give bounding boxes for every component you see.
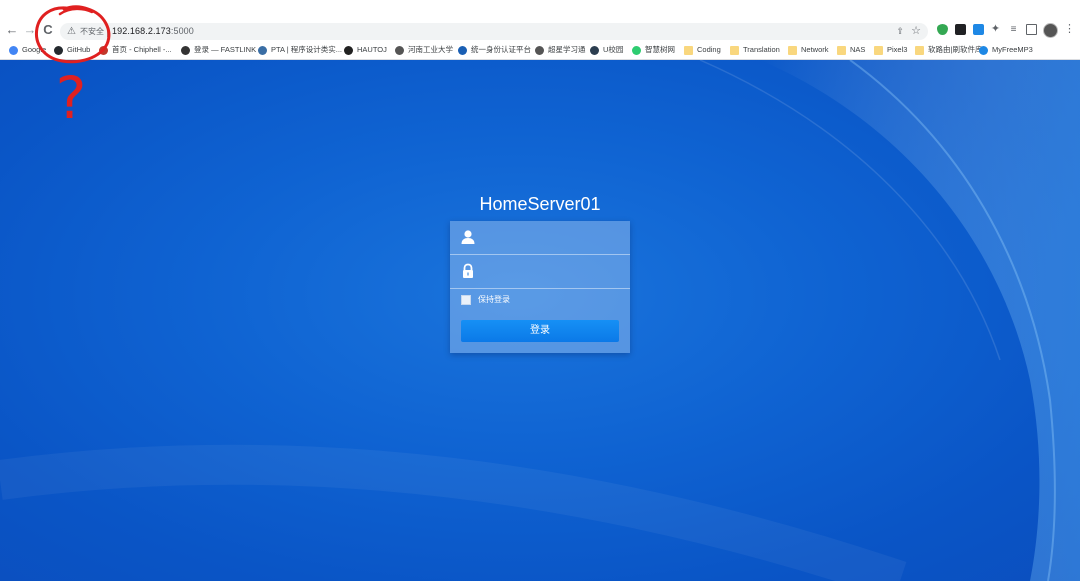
login-button[interactable]: 登录 xyxy=(461,320,619,342)
forward-button[interactable]: → xyxy=(22,22,38,38)
bookmark-item[interactable]: MyFreeMP3 xyxy=(979,44,1033,56)
zhihuishu-icon xyxy=(632,45,641,55)
screen: ← → C ⚠ 不安全 192.168.2.173:5000 ⇪ ☆ ✦ ≡ ⋮… xyxy=(0,0,1080,581)
remember-me[interactable]: 保持登录 xyxy=(461,294,510,305)
url-port: :5000 xyxy=(170,26,194,36)
bookmark-label: Google xyxy=(22,45,47,54)
username-field-row xyxy=(450,221,630,255)
bookmark-label: MyFreeMP3 xyxy=(992,45,1033,54)
extension-icon[interactable] xyxy=(955,24,966,35)
folder-icon xyxy=(730,45,739,55)
back-button[interactable]: ← xyxy=(4,22,20,38)
user-icon xyxy=(461,230,475,244)
login-form: 保持登录 登录 xyxy=(450,221,630,353)
bookmark-label: Coding xyxy=(697,45,721,54)
folder-icon xyxy=(684,45,693,55)
folder-icon xyxy=(837,45,846,55)
bookmark-item[interactable]: 软路由|刷软件库 xyxy=(915,44,982,56)
bookmark-item[interactable]: 统一身份认证平台 xyxy=(458,44,531,56)
bookmarks-bar: Google GitHub 首页 - Chiphell -... 登录 — FASTL… xyxy=(0,40,1080,60)
bookmark-label: Translation xyxy=(743,45,780,54)
bookmark-star-icon[interactable]: ☆ xyxy=(911,24,921,38)
github-icon xyxy=(54,45,63,55)
bookmark-item[interactable]: GitHub xyxy=(54,44,90,56)
globe-icon xyxy=(395,45,404,55)
globe-icon xyxy=(535,45,544,55)
password-field-row xyxy=(450,255,630,289)
hautoj-icon xyxy=(344,45,353,55)
bookmark-label: GitHub xyxy=(67,45,91,54)
bookmark-label: 统一身份认证平台 xyxy=(471,45,531,54)
auth-icon xyxy=(458,45,467,55)
browser-toolbar: ← → C ⚠ 不安全 192.168.2.173:5000 ⇪ ☆ ✦ ≡ ⋮ xyxy=(0,0,1080,40)
bookmark-label: 智慧树网 xyxy=(645,45,675,54)
shield-extension-icon[interactable] xyxy=(937,24,948,35)
bookmark-item[interactable]: Network xyxy=(788,44,829,56)
google-icon xyxy=(9,45,18,55)
music-icon xyxy=(979,45,988,55)
u-icon xyxy=(590,45,599,55)
bookmark-item[interactable]: Pixel3 xyxy=(874,44,907,56)
dsm-login-page: HomeServer01 保持登录 登录 xyxy=(0,60,1080,581)
side-panel-icon[interactable] xyxy=(1026,24,1037,35)
bookmark-label: U校园 xyxy=(603,45,624,54)
bookmark-label: Network xyxy=(801,45,829,54)
bookmark-label: NAS xyxy=(850,45,866,54)
url-host: 192.168.2.173 xyxy=(112,26,171,36)
security-status[interactable]: 不安全 xyxy=(80,25,104,38)
bookmark-item[interactable]: 首页 - Chiphell -... xyxy=(99,44,172,56)
remember-label[interactable]: 保持登录 xyxy=(478,294,510,305)
bookmark-item[interactable]: 河南工业大学 xyxy=(395,44,453,56)
password-input[interactable] xyxy=(478,261,627,283)
username-input[interactable] xyxy=(478,227,627,249)
warning-icon[interactable]: ⚠ xyxy=(67,25,76,38)
bookmark-item[interactable]: U校园 xyxy=(590,44,623,56)
address-bar[interactable]: ⚠ 不安全 192.168.2.173:5000 ⇪ ☆ xyxy=(60,23,928,40)
divider xyxy=(107,26,108,37)
lock-icon xyxy=(463,263,473,278)
share-icon[interactable]: ⇪ xyxy=(896,25,904,38)
bookmark-label: 首页 - Chiphell -... xyxy=(112,45,172,54)
bookmark-item[interactable]: 登录 — FASTLINK xyxy=(181,44,256,56)
bookmark-label: 登录 — FASTLINK xyxy=(194,45,257,54)
extensions-puzzle-icon[interactable]: ✦ xyxy=(990,24,1001,35)
pta-icon xyxy=(258,45,267,55)
bookmark-item[interactable]: NAS xyxy=(837,44,865,56)
reload-button[interactable]: C xyxy=(40,22,56,38)
bookmark-label: PTA | 程序设计类实... xyxy=(271,45,342,54)
bookmark-label: Pixel3 xyxy=(887,45,908,54)
bookmark-item[interactable]: HAUTOJ xyxy=(344,44,387,56)
menu-icon[interactable]: ⋮ xyxy=(1064,22,1075,36)
bookmark-item[interactable]: PTA | 程序设计类实... xyxy=(258,44,342,56)
bookmark-item[interactable]: Google xyxy=(9,44,46,56)
folder-icon xyxy=(788,45,797,55)
bookmark-label: HAUTOJ xyxy=(357,45,387,54)
bookmark-item[interactable]: 超星学习通 xyxy=(535,44,586,56)
bookmark-item[interactable]: Translation xyxy=(730,44,780,56)
folder-icon xyxy=(915,45,924,55)
fastlink-icon xyxy=(181,45,190,55)
url-text[interactable]: 192.168.2.173:5000 xyxy=(112,25,194,38)
remember-checkbox[interactable] xyxy=(461,294,471,305)
bookmark-item[interactable]: Coding xyxy=(684,44,721,56)
bookmark-label: 超星学习通 xyxy=(548,45,586,54)
bookmark-label: 河南工业大学 xyxy=(408,45,453,54)
chiphell-icon xyxy=(99,45,108,55)
profile-avatar[interactable] xyxy=(1043,23,1058,38)
folder-icon xyxy=(874,45,883,55)
cat-extension-icon[interactable] xyxy=(973,24,984,35)
reading-list-icon[interactable]: ≡ xyxy=(1008,24,1019,35)
server-name-title: HomeServer01 xyxy=(479,194,601,214)
bookmark-item[interactable]: 智慧树网 xyxy=(632,44,675,56)
bookmark-label: 软路由|刷软件库 xyxy=(928,45,983,54)
